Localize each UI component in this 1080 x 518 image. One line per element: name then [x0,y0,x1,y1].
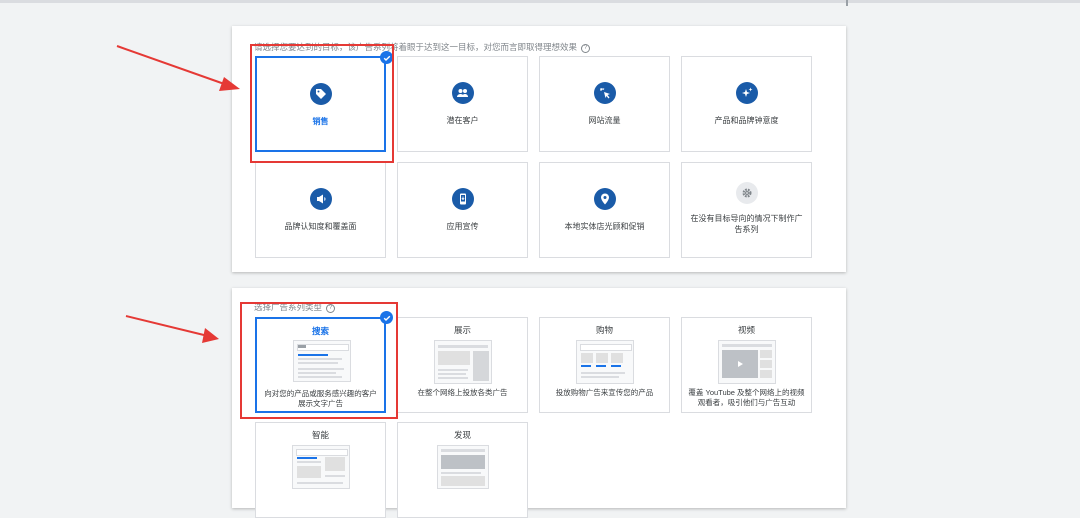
annotation-arrow [125,315,219,343]
annotation-arrow [116,45,240,91]
annotation-arrows [116,45,240,343]
